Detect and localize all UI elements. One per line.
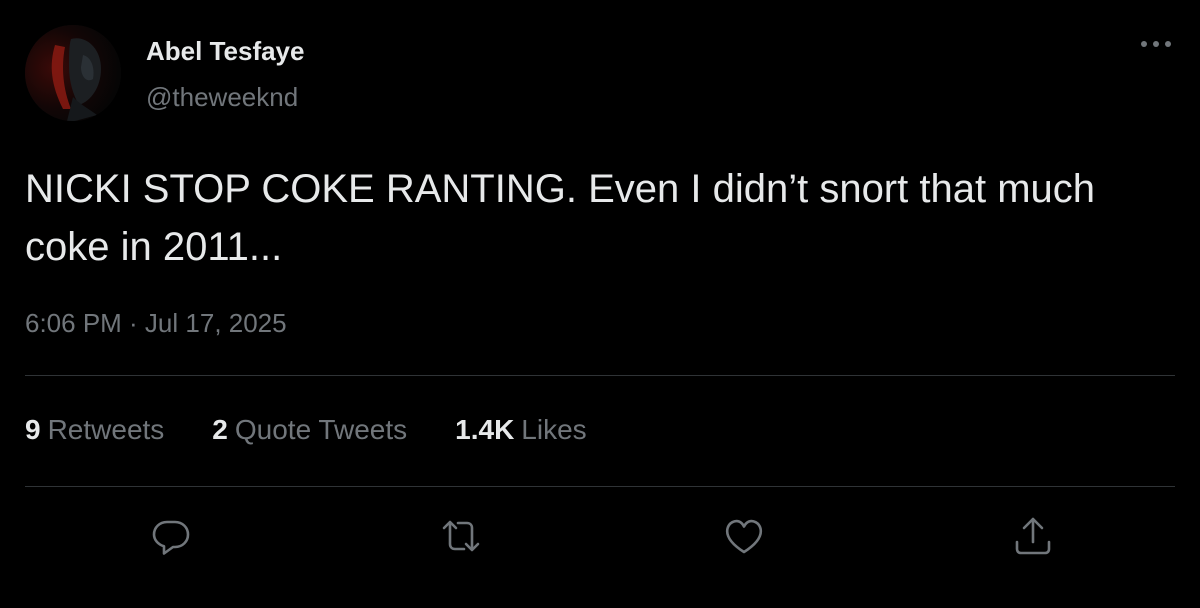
avatar-image	[25, 25, 121, 121]
quote-tweets-count: 2	[212, 414, 228, 445]
divider	[25, 375, 1175, 376]
tweet-card: Abel Tesfaye @theweeknd NICKI STOP COKE …	[0, 0, 1200, 608]
like-icon[interactable]	[722, 514, 766, 558]
retweets-label: Retweets	[47, 414, 165, 445]
tweet-stats: 9 Retweets 2 Quote Tweets 1.4K Likes	[25, 414, 635, 446]
likes-count: 1.4K	[455, 414, 515, 445]
share-icon[interactable]	[1011, 514, 1055, 558]
reply-icon[interactable]	[149, 514, 193, 558]
more-options-icon[interactable]	[1136, 32, 1176, 56]
quote-tweets-label: Quote Tweets	[234, 414, 408, 445]
display-name[interactable]: Abel Tesfaye	[146, 36, 304, 67]
likes-stat[interactable]: 1.4K Likes	[455, 414, 587, 446]
quote-tweets-stat[interactable]: 2 Quote Tweets	[212, 414, 407, 446]
retweets-count: 9	[25, 414, 41, 445]
user-handle[interactable]: @theweeknd	[146, 82, 298, 113]
retweet-icon[interactable]	[439, 514, 483, 558]
retweets-stat[interactable]: 9 Retweets	[25, 414, 164, 446]
avatar[interactable]	[25, 25, 121, 121]
divider	[25, 486, 1175, 487]
tweet-timestamp[interactable]: 6:06 PM · Jul 17, 2025	[25, 308, 287, 339]
likes-label: Likes	[521, 414, 587, 445]
tweet-text: NICKI STOP COKE RANTING. Even I didn’t s…	[25, 167, 1095, 269]
